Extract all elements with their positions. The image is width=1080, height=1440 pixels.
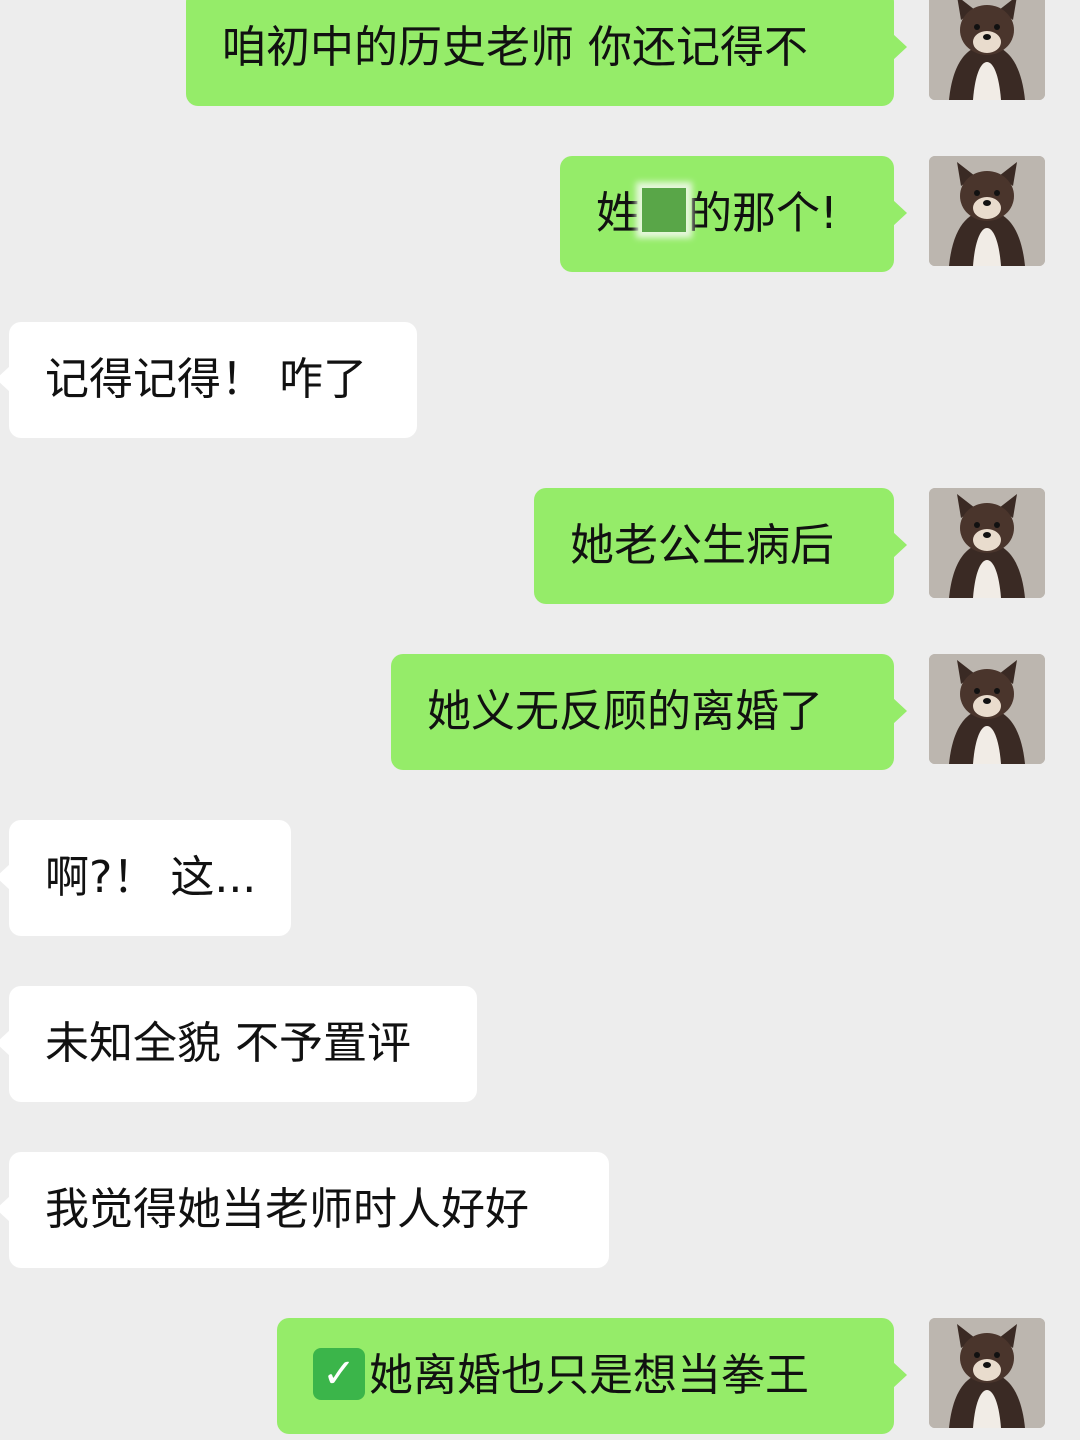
check-mark-emoji-icon: ✓ [313,1348,365,1400]
avatar[interactable] [929,654,1045,764]
message-text: 她离婚也只是想当拳王 [369,1350,809,1401]
message-bubble-sent[interactable]: 咱初中的历史老师 你还记得不 [186,0,907,106]
message-text: 她老公生病后 [570,520,834,571]
dog-avatar-icon [929,1318,1045,1428]
avatar[interactable] [929,156,1045,266]
message-bubble-received[interactable]: 记得记得！ 咋了 [0,322,417,438]
redaction-block [642,188,686,232]
avatar[interactable] [929,0,1045,100]
message-bubble-sent[interactable]: 姓的那个! [560,156,907,272]
message-bubble-sent[interactable]: ✓ 她离婚也只是想当拳王 [277,1318,907,1434]
message-text-after: 的那个! [688,188,838,239]
message-bubble-received[interactable]: 未知全貌 不予置评 [0,986,477,1102]
message-text: 记得记得！ 咋了 [45,354,367,405]
dog-avatar-icon [929,0,1045,100]
dog-avatar-icon [929,654,1045,764]
dog-avatar-icon [929,156,1045,266]
message-bubble-received[interactable]: 啊?！ 这... [0,820,291,936]
avatar[interactable] [929,488,1045,598]
message-bubble-sent[interactable]: 她老公生病后 [534,488,907,604]
message-text: 啊?！ 这... [45,852,257,903]
message-text: 她义无反顾的离婚了 [427,686,823,737]
message-text: 咱初中的历史老师 你还记得不 [222,22,808,73]
message-text: 未知全貌 不予置评 [45,1018,411,1069]
message-bubble-sent[interactable]: 她义无反顾的离婚了 [391,654,907,770]
message-text: 我觉得她当老师时人好好 [45,1184,529,1235]
dog-avatar-icon [929,488,1045,598]
avatar[interactable] [929,1318,1045,1428]
message-bubble-received[interactable]: 我觉得她当老师时人好好 [0,1152,609,1268]
message-text-before: 姓 [596,188,640,239]
